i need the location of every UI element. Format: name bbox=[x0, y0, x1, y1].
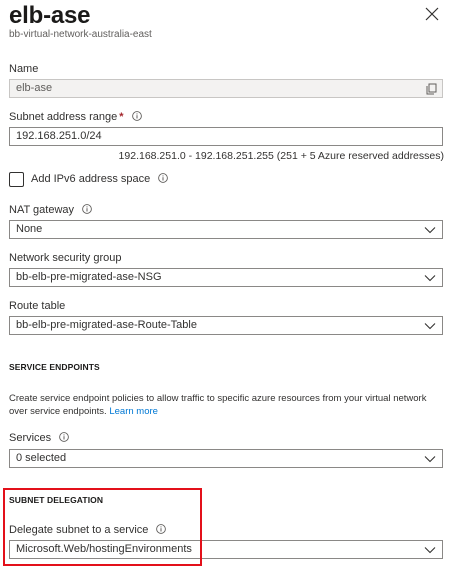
page-title: elb-ase bbox=[9, 2, 91, 29]
required-marker: * bbox=[119, 111, 124, 123]
ipv6-checkbox[interactable] bbox=[9, 172, 24, 187]
nat-gateway-select[interactable]: None bbox=[9, 220, 443, 239]
route-table-label: Route table bbox=[9, 300, 66, 312]
services-label-text: Services bbox=[9, 432, 52, 444]
nat-gateway-label: NAT gateway bbox=[9, 204, 92, 216]
service-endpoints-heading: SERVICE ENDPOINTS bbox=[9, 362, 100, 372]
subnet-range-label: Subnet address range * bbox=[9, 111, 142, 123]
chevron-down-icon bbox=[424, 323, 436, 330]
subnet-range-input[interactable]: 192.168.251.0/24 bbox=[9, 127, 443, 146]
name-label: Name bbox=[9, 63, 39, 75]
nat-gateway-value: None bbox=[16, 223, 43, 235]
chevron-down-icon bbox=[424, 456, 436, 463]
service-endpoints-text: Create service endpoint policies to allo… bbox=[9, 393, 427, 417]
info-icon[interactable] bbox=[82, 204, 92, 214]
info-icon[interactable] bbox=[131, 111, 142, 121]
chevron-down-icon bbox=[424, 227, 436, 234]
close-icon[interactable] bbox=[424, 6, 440, 22]
highlight-box bbox=[3, 488, 202, 566]
services-label: Services bbox=[9, 432, 70, 444]
ipv6-label: Add IPv6 address space bbox=[31, 173, 169, 185]
subnet-range-hint: 192.168.251.0 - 192.168.251.255 (251 + 5… bbox=[118, 150, 444, 162]
route-table-select[interactable]: bb-elb-pre-migrated-ase-Route-Table bbox=[9, 316, 443, 335]
name-field: elb-ase bbox=[9, 79, 443, 98]
copy-icon[interactable] bbox=[426, 83, 437, 95]
services-select[interactable]: 0 selected bbox=[9, 449, 443, 468]
subnet-range-value: 192.168.251.0/24 bbox=[16, 130, 102, 142]
ipv6-label-text: Add IPv6 address space bbox=[31, 173, 151, 185]
service-endpoints-description: Create service endpoint policies to allo… bbox=[9, 392, 445, 418]
name-value: elb-ase bbox=[16, 82, 53, 94]
nsg-select[interactable]: bb-elb-pre-migrated-ase-NSG bbox=[9, 268, 443, 287]
subnet-range-label-text: Subnet address range bbox=[9, 111, 118, 123]
nat-gateway-label-text: NAT gateway bbox=[9, 204, 75, 216]
learn-more-link[interactable]: Learn more bbox=[109, 406, 158, 417]
info-icon[interactable] bbox=[59, 432, 70, 442]
chevron-down-icon bbox=[424, 275, 436, 282]
info-icon[interactable] bbox=[158, 173, 169, 183]
route-table-value: bb-elb-pre-migrated-ase-Route-Table bbox=[16, 319, 197, 331]
page-subtitle: bb-virtual-network-australia-east bbox=[9, 29, 152, 40]
nsg-label: Network security group bbox=[9, 252, 122, 264]
services-value: 0 selected bbox=[16, 452, 67, 464]
nsg-value: bb-elb-pre-migrated-ase-NSG bbox=[16, 271, 162, 283]
chevron-down-icon bbox=[424, 547, 436, 554]
